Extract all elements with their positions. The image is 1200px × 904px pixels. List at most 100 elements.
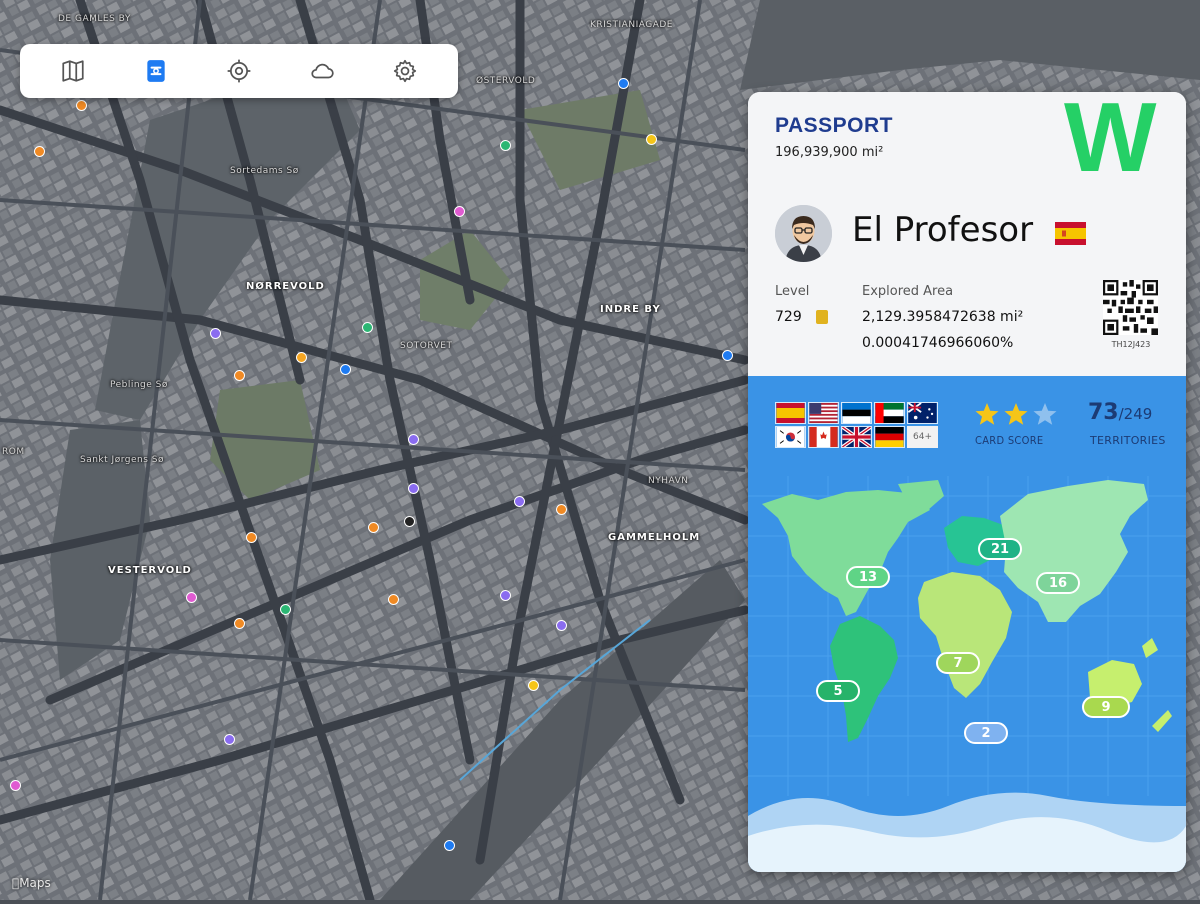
- region-count-asia[interactable]: 16: [1036, 572, 1080, 594]
- toolbar: [20, 44, 458, 98]
- map-label-gammelholm: GAMMELHOLM: [608, 532, 701, 543]
- explored-value: 2,129.3958472638 mi²: [862, 309, 1024, 325]
- region-count-north-america[interactable]: 13: [846, 566, 890, 588]
- poi-marker[interactable]: [280, 604, 291, 615]
- map-label-sortedams: Sortedams Sø: [230, 166, 299, 176]
- map-button[interactable]: [53, 51, 93, 91]
- uk-flag-icon: [841, 426, 872, 448]
- level-value: 729: [775, 309, 802, 325]
- poi-marker[interactable]: [556, 504, 567, 515]
- settings-button[interactable]: [385, 51, 425, 91]
- poi-marker[interactable]: [234, 370, 245, 381]
- poi-marker[interactable]: [454, 206, 465, 217]
- region-north-america[interactable]: [762, 490, 930, 616]
- map-label-peblinge: Peblinge Sø: [110, 380, 168, 390]
- poi-marker[interactable]: [224, 734, 235, 745]
- map-label-rom: ROM: [2, 447, 25, 457]
- poi-marker[interactable]: [528, 680, 539, 691]
- map-icon: [62, 60, 85, 82]
- poi-marker[interactable]: [408, 483, 419, 494]
- poi-marker[interactable]: [296, 352, 307, 363]
- territories-counter: 73/249: [1088, 400, 1152, 425]
- poi-marker[interactable]: [404, 516, 415, 527]
- world-map[interactable]: [748, 376, 1186, 872]
- territories-label: TERRITORIES: [1090, 434, 1166, 447]
- poi-marker[interactable]: [186, 592, 197, 603]
- spain-flag-icon: [775, 402, 806, 424]
- explored-percent: 0.00041746966060%: [862, 335, 1014, 351]
- passport-card[interactable]: PASSPORT 196,939,900 mi² W El Profesor L…: [748, 92, 1186, 872]
- maps-credit-text: Maps: [12, 876, 51, 890]
- card-score-label: CARD SCORE: [975, 434, 1044, 447]
- avatar-icon: [775, 205, 832, 262]
- poi-marker[interactable]: [408, 434, 419, 445]
- territories-total: /249: [1118, 405, 1153, 423]
- uae-flag-icon: [874, 402, 905, 424]
- avatar[interactable]: [775, 205, 832, 262]
- map-label-kristianiagade: KRISTIANIAGADE: [590, 20, 673, 30]
- poi-marker[interactable]: [500, 140, 511, 151]
- map-label-vestervold: VESTERVOLD: [108, 565, 192, 576]
- poi-marker[interactable]: [618, 78, 629, 89]
- germany-flag-icon: [874, 426, 905, 448]
- poi-marker[interactable]: [556, 620, 567, 631]
- poi-marker[interactable]: [368, 522, 379, 533]
- passport-button[interactable]: [136, 51, 176, 91]
- region-count-antarctica[interactable]: 2: [964, 722, 1008, 744]
- locate-icon: [227, 59, 251, 83]
- territories-panel: 64+ CARD SCORE 73/249 TERRITORIES 13 5 2…: [748, 376, 1186, 872]
- poi-marker[interactable]: [500, 590, 511, 601]
- locate-button[interactable]: [219, 51, 259, 91]
- map-label-norrevold: NØRREVOLD: [246, 281, 325, 292]
- usa-flag-icon: [808, 402, 839, 424]
- map-label-indre-by: INDRE BY: [600, 304, 661, 315]
- level-badge-icon: [816, 310, 828, 324]
- poi-marker[interactable]: [34, 146, 45, 157]
- cloud-icon: [311, 63, 334, 79]
- region-count-south-america[interactable]: 5: [816, 680, 860, 702]
- poi-marker[interactable]: [722, 350, 733, 361]
- territories-count: 73: [1088, 400, 1119, 425]
- map-label-north: DE GAMLES BY: [58, 14, 131, 24]
- passport-title: PASSPORT: [775, 114, 893, 137]
- poi-marker[interactable]: [210, 328, 221, 339]
- poi-marker[interactable]: [246, 532, 257, 543]
- poi-marker[interactable]: [362, 322, 373, 333]
- explored-label: Explored Area: [862, 284, 954, 299]
- star-rating-icon: [975, 403, 1057, 425]
- more-flags-badge[interactable]: 64+: [907, 426, 938, 448]
- region-count-oceania[interactable]: 9: [1082, 696, 1130, 718]
- poi-marker[interactable]: [646, 134, 657, 145]
- username: El Profesor: [852, 210, 1034, 250]
- passport-header: PASSPORT 196,939,900 mi² W El Profesor L…: [748, 92, 1186, 376]
- region-south-america[interactable]: [830, 616, 898, 742]
- total-area: 196,939,900 mi²: [775, 145, 884, 160]
- maps-credit: Maps: [12, 876, 51, 890]
- app-logo: W: [1064, 92, 1156, 192]
- poi-marker[interactable]: [444, 840, 455, 851]
- canada-flag-icon: [808, 426, 839, 448]
- poi-marker[interactable]: [388, 594, 399, 605]
- region-africa[interactable]: [918, 572, 1012, 698]
- south-korea-flag-icon: [775, 426, 806, 448]
- poi-marker[interactable]: [514, 496, 525, 507]
- region-count-europe[interactable]: 21: [978, 538, 1022, 560]
- map-label-ostervold: ØSTERVOLD: [476, 76, 536, 86]
- cloud-button[interactable]: [302, 51, 342, 91]
- passport-icon: [147, 60, 165, 82]
- region-asia[interactable]: [1000, 480, 1148, 622]
- region-count-africa[interactable]: 7: [936, 652, 980, 674]
- poi-marker[interactable]: [340, 364, 351, 375]
- qr-code-id: TH12J423: [1111, 340, 1151, 349]
- card-score-stars: [974, 402, 1058, 432]
- gear-icon: [393, 59, 416, 83]
- spain-flag-icon: [1055, 222, 1086, 245]
- level-label: Level: [775, 284, 810, 299]
- map-label-sankt-jorgens: Sankt Jørgens Sø: [80, 455, 164, 465]
- poi-marker[interactable]: [76, 100, 87, 111]
- poi-marker[interactable]: [234, 618, 245, 629]
- qr-code-icon[interactable]: [1103, 280, 1158, 335]
- poi-marker[interactable]: [10, 780, 21, 791]
- australia-flag-icon: [907, 402, 938, 424]
- map-label-sotorvet: SOTORVET: [400, 341, 453, 351]
